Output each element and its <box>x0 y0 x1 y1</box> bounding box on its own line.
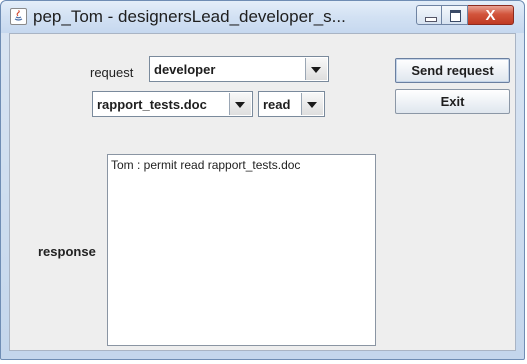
content-pane: request developer rapport_tests.doc read… <box>9 33 516 351</box>
resource-select[interactable]: rapport_tests.doc <box>92 91 253 117</box>
maximize-icon <box>450 10 461 22</box>
close-icon: X <box>485 7 496 24</box>
maximize-button[interactable] <box>442 5 468 25</box>
request-label: request <box>90 65 134 80</box>
action-select[interactable]: read <box>258 91 325 117</box>
java-app-icon[interactable] <box>10 8 27 25</box>
close-button[interactable]: X <box>468 5 514 25</box>
window-controls: X <box>416 5 514 27</box>
minimize-icon <box>425 17 437 22</box>
window-title: pep_Tom - designersLead_developer_s... <box>33 7 346 26</box>
app-window: pep_Tom - designersLead_developer_s... X… <box>0 0 525 360</box>
response-text: Tom : permit read rapport_tests.doc <box>111 158 301 172</box>
title-bar[interactable]: pep_Tom - designersLead_developer_s... X <box>1 1 524 33</box>
chevron-down-icon[interactable] <box>305 58 327 80</box>
exit-button[interactable]: Exit <box>395 89 510 114</box>
chevron-down-icon[interactable] <box>301 93 323 115</box>
response-label: response <box>38 244 96 259</box>
request-select-value: developer <box>154 62 216 77</box>
response-textarea[interactable]: Tom : permit read rapport_tests.doc <box>107 154 376 346</box>
send-request-button[interactable]: Send request <box>395 58 510 83</box>
minimize-button[interactable] <box>416 5 442 25</box>
chevron-down-icon[interactable] <box>229 93 251 115</box>
resource-select-value: rapport_tests.doc <box>97 97 207 112</box>
action-select-value: read <box>263 97 291 112</box>
request-select[interactable]: developer <box>149 56 329 82</box>
